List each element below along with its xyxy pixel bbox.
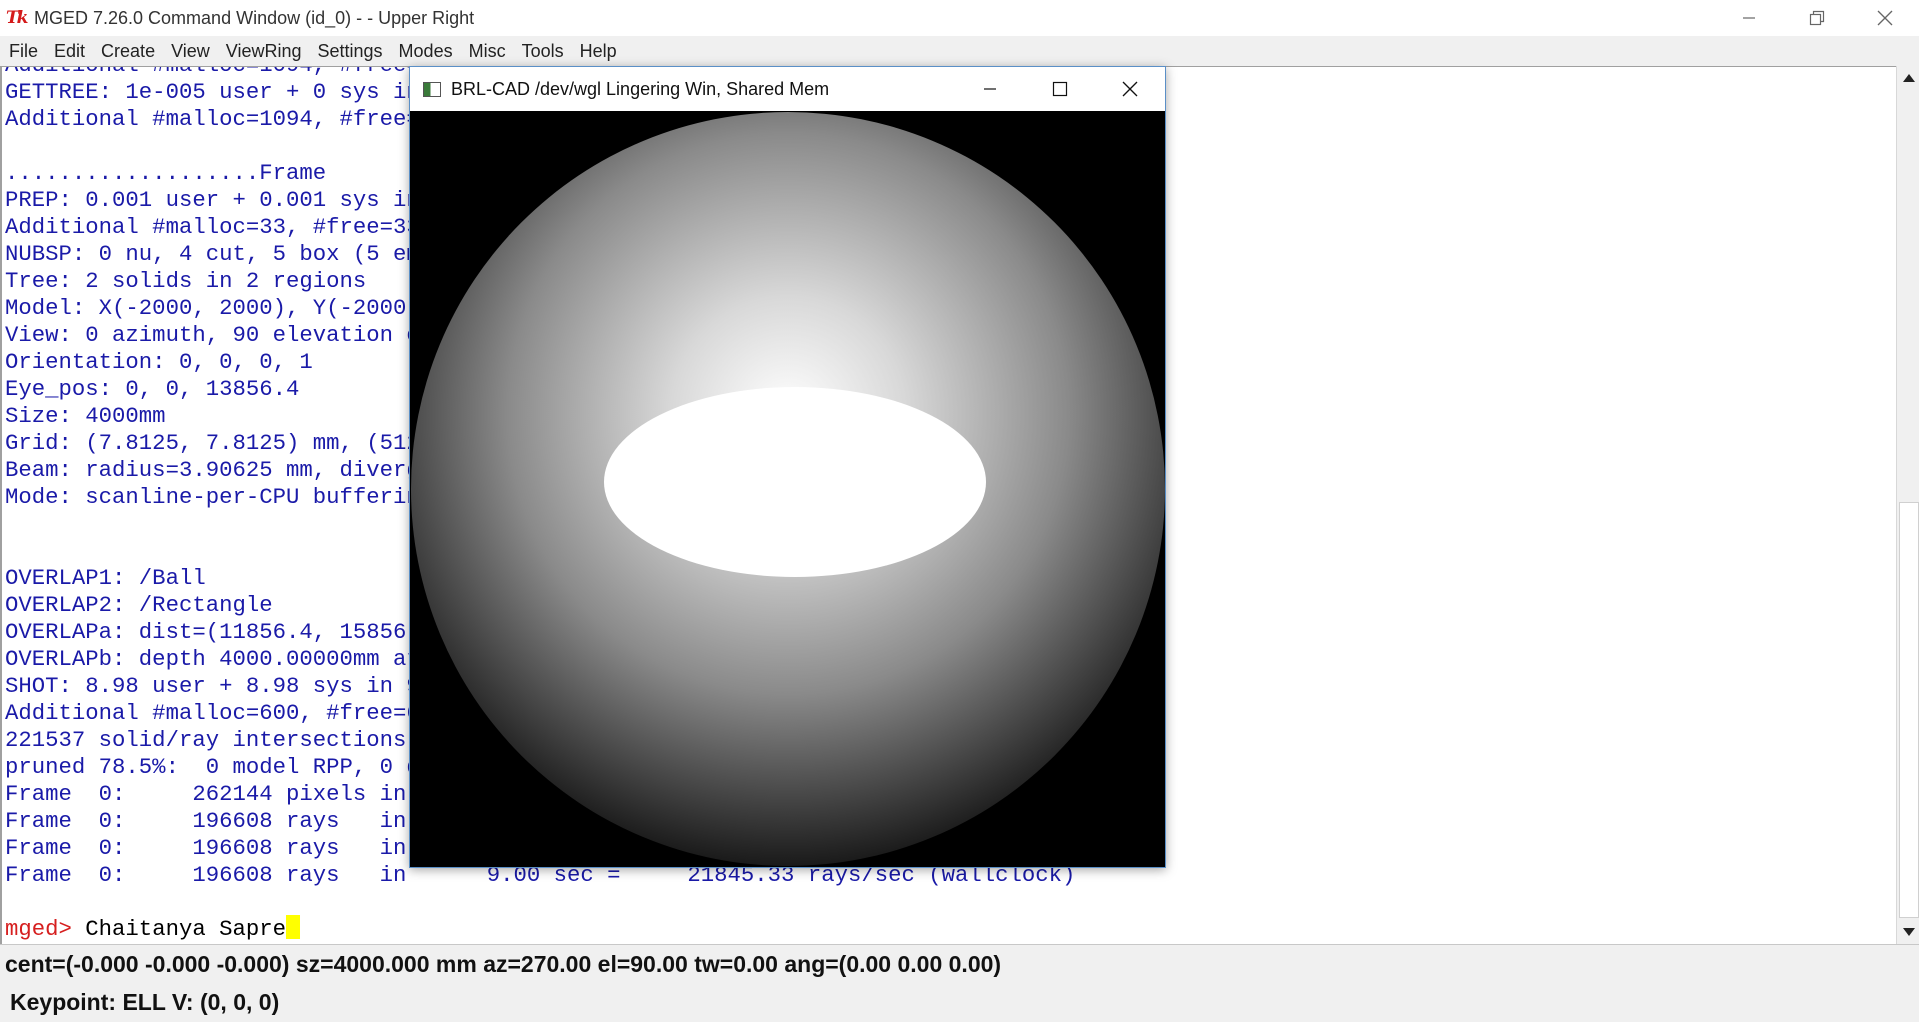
raytrace-minimize-button[interactable] [955,67,1025,111]
arrow-up-icon [1902,74,1915,82]
raytrace-title-bar[interactable]: BRL-CAD /dev/wgl Lingering Win, Shared M… [410,67,1165,111]
title-bar: Tk MGED 7.26.0 Command Window (id_0) - -… [0,0,1919,36]
window-controls [1715,0,1919,36]
raytrace-maximize-button[interactable] [1025,67,1095,111]
console-line: Size: 4000mm [5,403,166,429]
console-line: OVERLAP2: /Rectangle [5,592,273,618]
prompt-label: mged> [5,916,72,942]
menu-help[interactable]: Help [572,36,625,66]
console-line: Tree: 2 solids in 2 regions [5,268,367,294]
raytrace-canvas[interactable] [410,111,1165,867]
console-line: Mode: scanline-per-CPU buffering [5,484,434,510]
restore-icon [1809,10,1825,26]
console-line: NUBSP: 0 nu, 4 cut, 5 box (5 empty) [5,241,474,267]
menu-viewring[interactable]: ViewRing [218,36,310,66]
minimize-icon [984,88,996,90]
menu-modes[interactable]: Modes [391,36,461,66]
raytrace-window-title: BRL-CAD /dev/wgl Lingering Win, Shared M… [451,78,830,99]
command-prompt-line[interactable]: mged> Chaitanya Sapre [5,915,300,943]
scroll-down-button[interactable] [1897,920,1919,944]
menu-create[interactable]: Create [93,36,163,66]
close-icon [1877,10,1893,26]
maximize-icon [1052,81,1068,97]
menu-view[interactable]: View [163,36,218,66]
framebuffer-icon [423,81,441,97]
keypoint-status: Keypoint: ELL V: (0, 0, 0) [10,989,280,1015]
scroll-up-button[interactable] [1897,66,1919,90]
console-line: Orientation: 0, 0, 0, 1 [5,349,313,375]
menu-settings[interactable]: Settings [310,36,391,66]
restore-button[interactable] [1783,0,1851,36]
close-icon [1122,81,1138,97]
minimize-button[interactable] [1715,0,1783,36]
text-cursor [286,915,300,939]
command-input[interactable]: Chaitanya Sapre [72,916,286,942]
menu-tools[interactable]: Tools [514,36,572,66]
raytrace-render [410,111,1165,867]
console-line: OVERLAP1: /Ball [5,565,206,591]
tk-logo-icon: Tk [6,8,28,28]
status-area: cent=(-0.000 -0.000 -0.000) sz=4000.000 … [0,944,1919,1022]
window-title: MGED 7.26.0 Command Window (id_0) - - Up… [34,7,475,28]
view-status: cent=(-0.000 -0.000 -0.000) sz=4000.000 … [5,951,1002,977]
minimize-icon [1743,17,1755,19]
raytrace-close-button[interactable] [1095,67,1165,111]
menu-misc[interactable]: Misc [461,36,514,66]
console-line: ...................Frame [5,160,327,186]
arrow-down-icon [1902,928,1915,936]
close-button[interactable] [1851,0,1919,36]
menu-bar: File Edit Create View ViewRing Settings … [0,36,1919,67]
console-line: Eye_pos: 0, 0, 13856.4 [5,376,300,402]
vertical-scrollbar[interactable] [1896,66,1919,944]
menu-edit[interactable]: Edit [46,36,93,66]
scroll-thumb[interactable] [1899,502,1919,918]
menu-file[interactable]: File [0,36,46,66]
raytrace-window-controls [955,67,1165,111]
raytrace-window[interactable]: BRL-CAD /dev/wgl Lingering Win, Shared M… [409,66,1166,868]
overlap-ellipse [604,387,986,577]
